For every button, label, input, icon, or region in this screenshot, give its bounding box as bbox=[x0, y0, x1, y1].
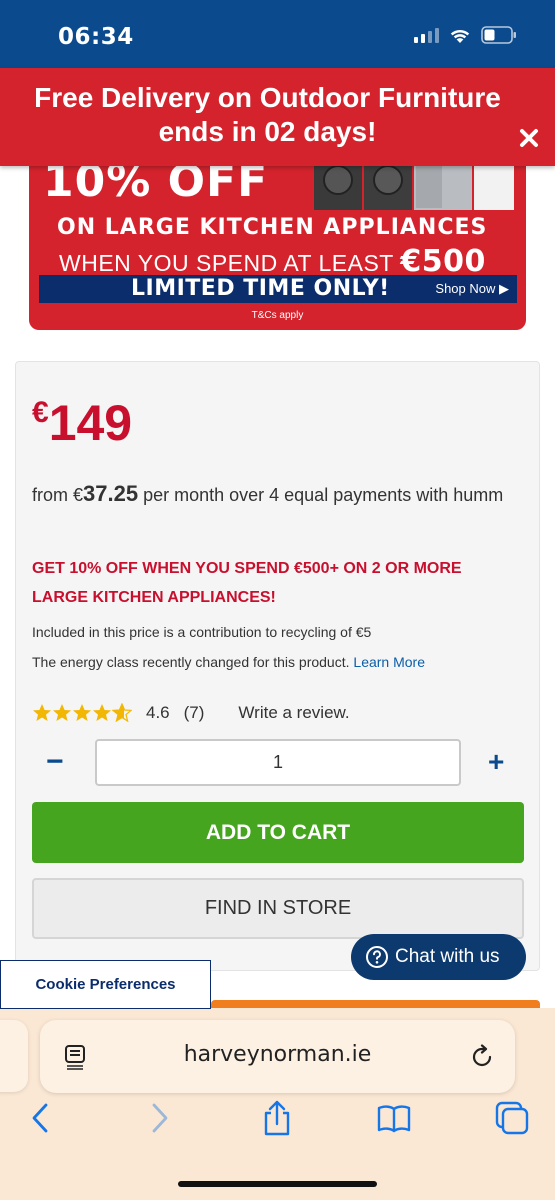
battery-icon bbox=[481, 26, 516, 44]
status-bar: 06:34 bbox=[0, 0, 555, 68]
product-purchase-card: €149 from €37.25 per month over 4 equal … bbox=[15, 361, 540, 971]
rating-row: 4.6 (7) Write a review. bbox=[32, 703, 350, 723]
product-price: €149 bbox=[32, 394, 132, 452]
finance-prefix: from € bbox=[32, 485, 84, 505]
chat-button[interactable]: Chat with us bbox=[351, 934, 526, 980]
url-text: harveynorman.ie bbox=[183, 1042, 372, 1067]
browser-toolbar bbox=[0, 1100, 555, 1140]
half-star-icon bbox=[112, 703, 132, 723]
reload-icon[interactable] bbox=[469, 1044, 495, 1070]
finance-amount: 37.25 bbox=[83, 481, 139, 506]
browser-bottom-bar: harveynorman.ie bbox=[0, 1008, 555, 1200]
price-currency: € bbox=[32, 396, 49, 429]
star-icon bbox=[33, 704, 51, 721]
star-icon bbox=[73, 704, 91, 721]
cellular-signal-icon bbox=[414, 27, 439, 43]
shop-now-link[interactable]: Shop Now ▶ bbox=[435, 281, 509, 297]
forward-icon[interactable] bbox=[140, 1100, 176, 1136]
home-indicator bbox=[178, 1181, 377, 1187]
learn-more-link[interactable]: Learn More bbox=[353, 654, 425, 670]
promo-banner-text: Free Delivery on Outdoor Furniture ends … bbox=[34, 82, 501, 147]
ad-strip: LIMITED TIME ONLY! Shop Now ▶ bbox=[39, 275, 517, 303]
previous-tab-preview[interactable] bbox=[0, 1020, 28, 1092]
energy-note: The energy class recently changed for th… bbox=[32, 654, 425, 670]
quantity-input[interactable]: 1 bbox=[95, 739, 461, 786]
address-bar[interactable]: harveynorman.ie bbox=[40, 1020, 515, 1093]
ad-line-2-text: WHEN YOU SPEND AT LEAST bbox=[59, 250, 394, 276]
ad-line-2: WHEN YOU SPEND AT LEAST €500 bbox=[59, 244, 486, 279]
star-icon bbox=[53, 704, 71, 721]
appliances-image bbox=[314, 160, 514, 210]
chat-label: Chat with us bbox=[395, 946, 500, 967]
promo-ad-image[interactable]: 10% OFF ON LARGE KITCHEN APPLIANCES WHEN… bbox=[29, 160, 526, 330]
back-icon[interactable] bbox=[24, 1100, 60, 1136]
recycling-note: Included in this price is a contribution… bbox=[32, 624, 372, 640]
help-icon bbox=[366, 946, 388, 968]
ad-line-2-amount: €500 bbox=[400, 244, 486, 279]
close-icon[interactable] bbox=[519, 128, 539, 148]
add-to-cart-button[interactable]: ADD TO CART bbox=[32, 802, 524, 863]
status-time: 06:34 bbox=[58, 24, 134, 50]
wifi-icon bbox=[450, 29, 470, 43]
ad-terms: T&Cs apply bbox=[251, 310, 304, 321]
ad-strip-text: LIMITED TIME ONLY! bbox=[131, 276, 390, 301]
write-review-link[interactable]: Write a review. bbox=[238, 703, 349, 723]
star-icon bbox=[93, 704, 111, 721]
find-in-store-button[interactable]: FIND IN STORE bbox=[32, 878, 524, 939]
price-value: 149 bbox=[48, 395, 133, 451]
review-count[interactable]: (7) bbox=[184, 703, 205, 723]
ad-headline: 10% OFF bbox=[43, 160, 269, 207]
star-rating bbox=[32, 703, 132, 723]
promo-banner: Free Delivery on Outdoor Furniture ends … bbox=[0, 68, 555, 166]
bookmarks-icon[interactable] bbox=[376, 1100, 412, 1136]
status-icons bbox=[414, 26, 517, 44]
finance-suffix: per month over 4 equal payments with hum… bbox=[138, 485, 504, 505]
quantity-increase-button[interactable]: + bbox=[488, 748, 512, 778]
finance-info: from €37.25 per month over 4 equal payme… bbox=[32, 479, 512, 510]
ad-line-1: ON LARGE KITCHEN APPLIANCES bbox=[57, 215, 488, 240]
quantity-decrease-button[interactable]: − bbox=[46, 747, 66, 778]
cookie-preferences-button[interactable]: Cookie Preferences bbox=[0, 960, 211, 1009]
tabs-icon[interactable] bbox=[494, 1100, 530, 1136]
energy-note-text: The energy class recently changed for th… bbox=[32, 654, 350, 670]
share-icon[interactable] bbox=[259, 1100, 295, 1136]
rating-value: 4.6 bbox=[146, 703, 170, 722]
offer-text: GET 10% OFF WHEN YOU SPEND €500+ ON 2 OR… bbox=[32, 560, 462, 606]
